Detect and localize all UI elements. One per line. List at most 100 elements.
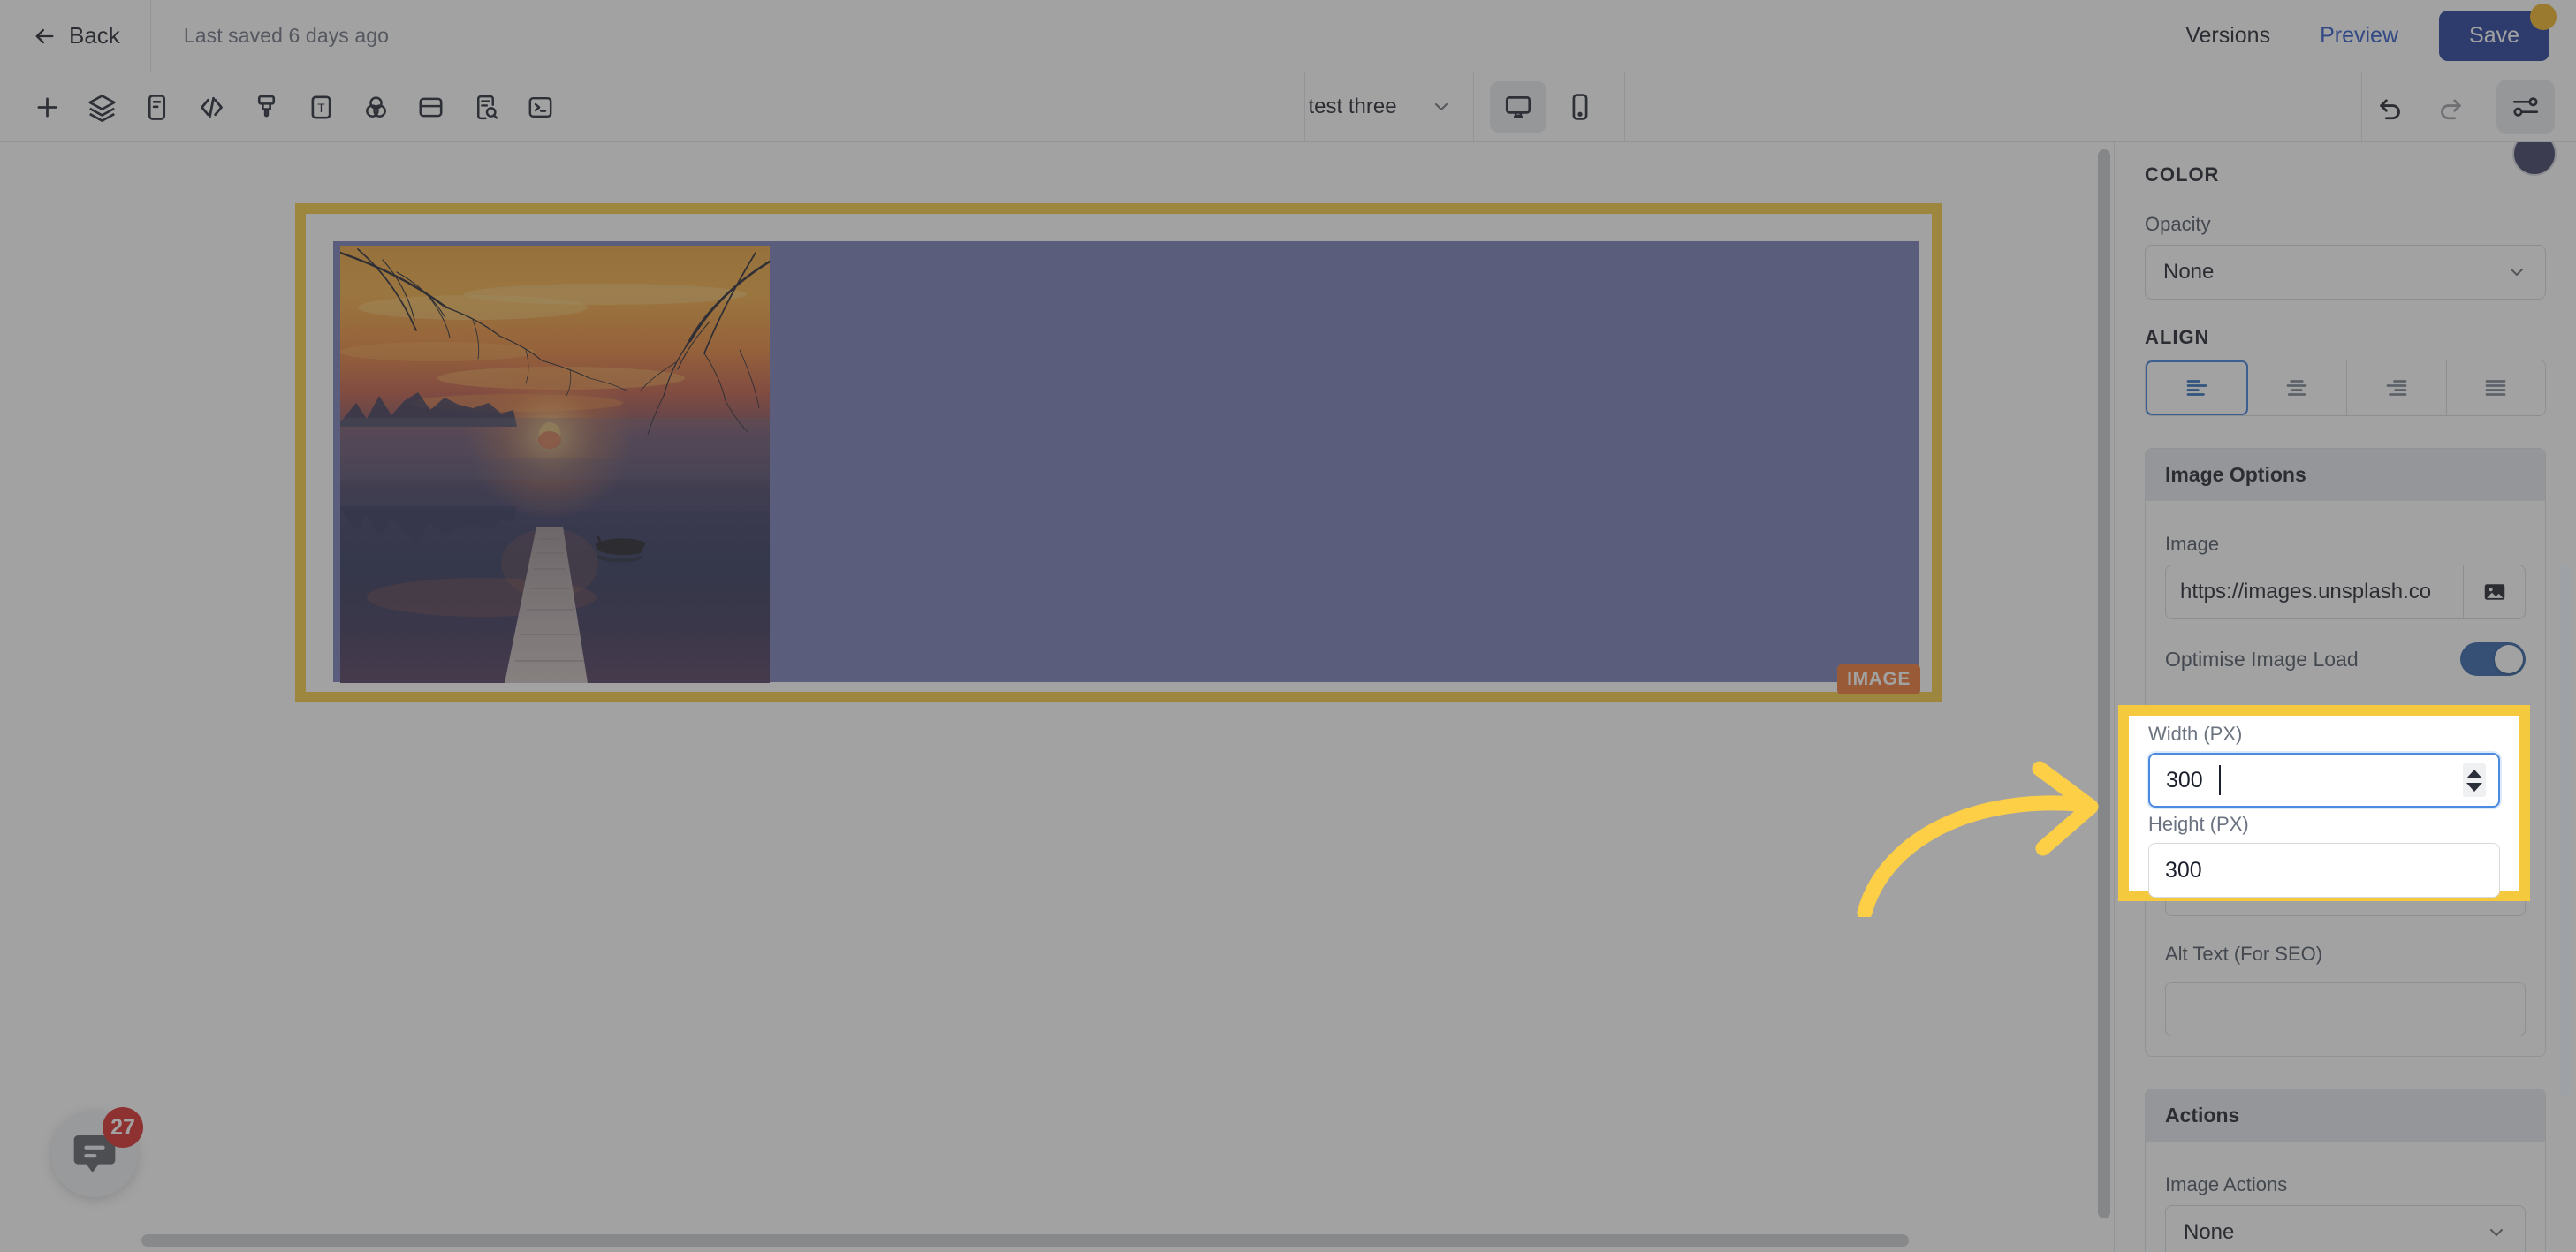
last-saved-status: Last saved 6 days ago [183,24,390,47]
opacity-value: None [2163,260,2215,284]
chevron-down-icon [2490,1229,2503,1236]
versions-button[interactable]: Versions [2161,23,2295,49]
toolbar-divider-3 [1623,72,1625,142]
align-right-button[interactable] [2347,360,2447,415]
preview-button[interactable]: Preview [2295,23,2423,49]
page-button[interactable] [129,80,184,134]
text-icon: T [311,95,331,118]
align-section-title: ALIGN [2145,326,2210,348]
height-input[interactable] [2148,843,2500,898]
stepper-up-icon[interactable] [2466,769,2482,778]
actions-card: Actions Image Actions None [2145,1089,2546,1252]
image-actions-value: None [2184,1220,2235,1244]
image-element-container[interactable]: IMAGE [331,239,1921,694]
element-type-badge: IMAGE [1837,664,1920,694]
chat-unread-badge: 27 [103,1107,143,1148]
text-button[interactable]: T [293,80,348,134]
alt-text-input[interactable] [2165,982,2526,1036]
seo-search-icon [476,95,498,119]
page-selector[interactable]: test three [1305,95,1473,119]
color-circles-icon [365,95,386,118]
properties-panel: COLOR Opacity None ALIGN Image Options I… [2114,142,2576,1252]
chevron-down-icon [2511,269,2523,276]
canvas-vertical-scrollbar[interactable] [2098,149,2110,1218]
align-justify-button[interactable] [2446,360,2545,415]
seo-button[interactable] [458,80,513,134]
opacity-select[interactable]: None [2145,245,2546,300]
optimise-image-toggle[interactable] [2460,642,2526,676]
actions-title: Actions [2146,1089,2545,1142]
mobile-icon [1572,94,1587,120]
panel-vertical-scrollbar[interactable] [2559,565,2571,1096]
container-button[interactable] [403,80,458,134]
image-picker-button[interactable] [2463,565,2526,619]
terminal-button[interactable] [513,80,567,134]
align-left-icon [2186,380,2207,396]
back-label: Back [69,22,120,49]
image-actions-select[interactable]: None [2165,1205,2526,1252]
sliders-icon [2512,97,2539,117]
highlighted-size-fields: Width (PX) Height (PX) [2118,705,2530,901]
color-section-title: COLOR [2145,163,2220,186]
brush-button[interactable] [239,80,293,134]
panel-content: COLOR Opacity None ALIGN Image Options I… [2115,142,2576,1252]
layers-icon [87,94,116,122]
sunset-lake-image [340,246,770,683]
image-url-row [2165,565,2526,619]
header-left-group: Back Last saved 6 days ago [0,0,389,72]
svg-text:T: T [317,102,325,115]
panel-settings-button[interactable] [2496,80,2555,134]
undo-button[interactable] [2362,80,2420,134]
align-center-button[interactable] [2247,360,2347,415]
canvas-image[interactable] [340,246,770,683]
code-button[interactable] [184,80,239,134]
canvas-horizontal-scrollbar[interactable] [141,1234,1909,1247]
save-button-wrap: Save [2439,4,2557,61]
add-icon [37,97,57,117]
redo-icon [2441,99,2461,120]
stepper-down-icon[interactable] [2466,782,2482,792]
width-label: Width (PX) [2148,723,2243,745]
add-button[interactable] [19,80,74,134]
brush-icon [257,95,275,117]
editor-toolbar: T test three [0,72,2576,142]
redo-button[interactable] [2420,80,2479,134]
layers-button[interactable] [74,80,129,134]
chevron-down-icon [1434,103,1448,110]
container-icon [419,97,442,117]
colors-button[interactable] [348,80,403,134]
align-left-button[interactable] [2146,360,2248,415]
app-root: Back Last saved 6 days ago Versions Prev… [0,0,2576,1252]
desktop-icon [1505,96,1531,118]
image-url-input[interactable] [2165,565,2464,619]
image-options-title: Image Options [2146,449,2545,501]
actions-body: Image Actions None [2146,1142,2545,1252]
width-input[interactable] [2148,753,2500,808]
device-desktop-button[interactable] [1489,81,1546,133]
toggle-knob [2495,645,2523,673]
page-selector-value: test three [1308,95,1397,118]
optimise-image-row: Optimise Image Load [2165,642,2526,676]
image-actions-label: Image Actions [2165,1173,2288,1195]
unsaved-changes-dot [2530,4,2557,30]
canvas-area[interactable]: IMAGE 27 [0,142,2114,1252]
optimise-image-label: Optimise Image Load [2165,647,2359,671]
width-stepper[interactable] [2463,763,2486,797]
back-button[interactable]: Back [0,0,150,72]
device-mobile-button[interactable] [1552,81,1608,133]
align-center-icon [2286,380,2307,396]
align-right-icon [2386,380,2407,396]
align-justify-icon [2485,380,2506,396]
terminal-icon [528,96,551,118]
chat-widget-button[interactable]: 27 [51,1107,143,1197]
opacity-label: Opacity [2145,213,2211,235]
device-toggle-group [1474,81,1624,133]
tool-group: T [0,80,567,134]
arrow-left-icon [35,28,54,43]
align-button-group [2145,360,2546,416]
header-right-group: Versions Preview Save [2161,0,2576,72]
selected-element-outline[interactable]: IMAGE [295,203,1942,702]
image-icon [2484,584,2504,600]
code-icon [200,96,223,118]
alt-text-label: Alt Text (For SEO) [2165,943,2323,965]
